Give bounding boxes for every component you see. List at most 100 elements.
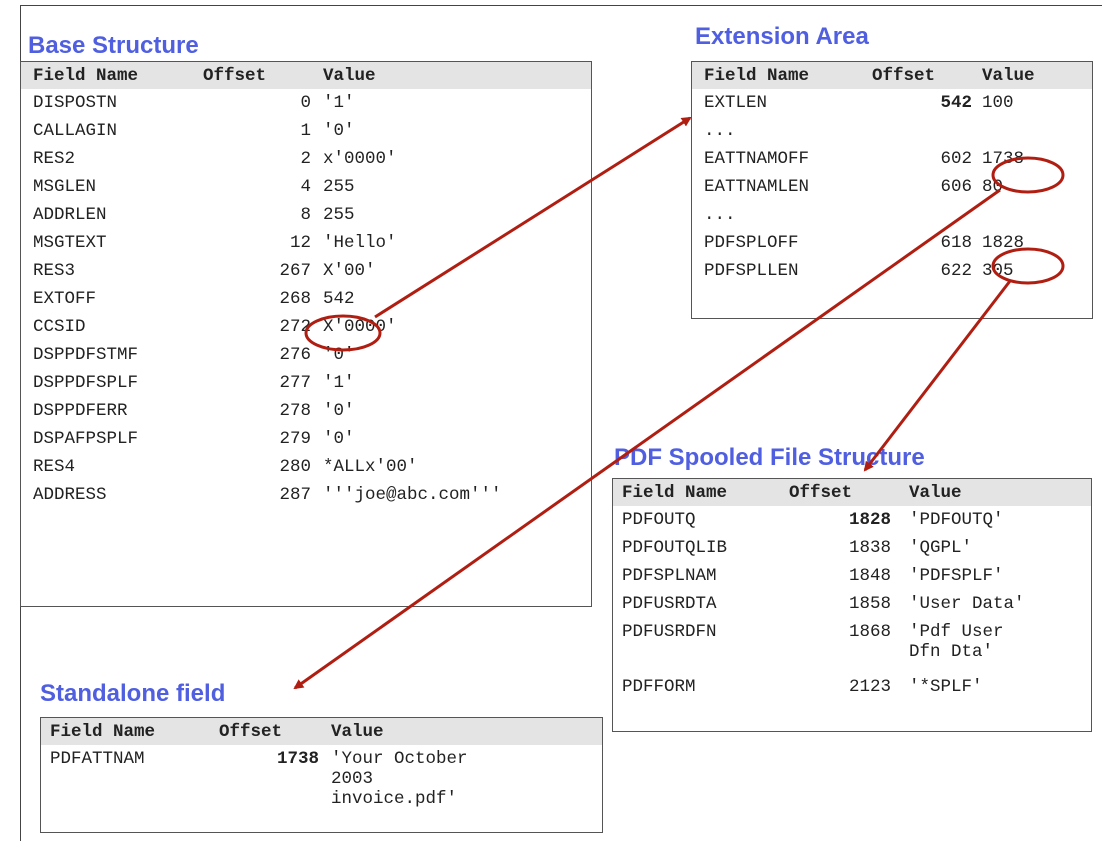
column-header-field-name: Field Name	[704, 66, 810, 86]
value-cell: 'QGPL'	[909, 538, 973, 558]
value-cell: 80	[982, 177, 1004, 197]
offset-cell: 277	[279, 373, 311, 393]
frame-top-border	[20, 5, 1102, 6]
value-cell: 255	[323, 177, 355, 197]
standalone-field-heading: Standalone field	[40, 680, 226, 707]
column-header-value: Value	[323, 66, 376, 86]
field-name-cell: PDFUSRDTA	[622, 594, 717, 614]
field-name-cell: ADDRESS	[33, 485, 107, 505]
field-name-cell: MSGTEXT	[33, 233, 107, 253]
offset-cell: 1828	[848, 510, 891, 530]
value-cell: 542	[323, 289, 355, 309]
offset-cell: 606	[940, 177, 972, 197]
field-name-cell: DISPOSTN	[33, 93, 118, 113]
offset-cell: 4	[300, 177, 311, 197]
value-cell: X'0000'	[323, 317, 397, 337]
value-cell: '0'	[323, 401, 355, 421]
value-cell: 1828	[982, 233, 1025, 253]
table-row: PDFSPLLEN 622 305	[692, 257, 1092, 285]
extension-area-heading: Extension Area	[695, 23, 869, 50]
table-row: ADDRESS 287 '''joe@abc.com'''	[21, 481, 591, 509]
field-name-cell: PDFSPLNAM	[622, 566, 717, 586]
value-cell: 305	[982, 261, 1014, 281]
field-name-cell: PDFFORM	[622, 677, 696, 697]
field-name-cell: PDFSPLLEN	[704, 261, 799, 281]
field-name-cell: PDFSPLOFF	[704, 233, 799, 253]
table-row: PDFSPLNAM 1848 'PDFSPLF'	[613, 562, 1091, 590]
value-cell: *ALLx'00'	[323, 457, 418, 477]
base-structure-heading: Base Structure	[28, 32, 199, 59]
value-cell: X'00'	[323, 261, 376, 281]
table-row: PDFFORM 2123 '*SPLF'	[613, 673, 1091, 701]
column-header-value: Value	[982, 66, 1035, 86]
table-row: DSPPDFSPLF 277 '1'	[21, 369, 591, 397]
value-cell: '*SPLF'	[909, 677, 983, 697]
field-name-cell: RES4	[33, 457, 76, 477]
table-row: RES3 267 X'00'	[21, 257, 591, 285]
table-row: EXTOFF 268 542	[21, 285, 591, 313]
table-row: MSGTEXT 12 'Hello'	[21, 229, 591, 257]
offset-cell: 602	[940, 149, 972, 169]
table-header-row: Field Name Offset Value	[613, 479, 1091, 506]
column-header-field-name: Field Name	[622, 483, 728, 503]
field-name-cell: ...	[704, 121, 736, 141]
field-name-cell: DSPPDFSTMF	[33, 345, 139, 365]
table-row: PDFOUTQ 1828 'PDFOUTQ'	[613, 506, 1091, 534]
table-header-row: Field Name Offset Value	[41, 718, 602, 745]
column-header-value: Value	[331, 722, 384, 742]
field-name-cell: MSGLEN	[33, 177, 97, 197]
table-row: DSPPDFERR 278 '0'	[21, 397, 591, 425]
table-row: MSGLEN 4 255	[21, 173, 591, 201]
table-header-row: Field Name Offset Value	[692, 62, 1092, 89]
offset-cell: 622	[940, 261, 972, 281]
value-cell: x'0000'	[323, 149, 397, 169]
offset-cell: 276	[279, 345, 311, 365]
offset-cell: 8	[300, 205, 311, 225]
column-header-offset: Offset	[203, 66, 267, 86]
table-header-row: Field Name Offset Value	[21, 62, 591, 89]
field-name-cell: EATTNAMLEN	[704, 177, 810, 197]
standalone-field-table: Field Name Offset Value PDFATTNAM 1738 'Your …	[40, 717, 603, 833]
field-name-cell: PDFUSRDFN	[622, 622, 717, 642]
field-name-cell: PDFOUTQLIB	[622, 538, 728, 558]
offset-cell: 287	[279, 485, 311, 505]
field-name-cell: CALLAGIN	[33, 121, 118, 141]
offset-cell: 1858	[848, 594, 891, 614]
value-cell: 'PDFSPLF'	[909, 566, 1004, 586]
column-header-offset: Offset	[219, 722, 283, 742]
offset-cell: 278	[279, 401, 311, 421]
column-header-field-name: Field Name	[50, 722, 156, 742]
value-cell: '1'	[323, 373, 355, 393]
field-name-cell: DSPAFPSPLF	[33, 429, 139, 449]
value-cell: '0'	[323, 121, 355, 141]
field-name-cell: ...	[704, 205, 736, 225]
value-cell: 255	[323, 205, 355, 225]
field-name-cell: DSPPDFSPLF	[33, 373, 139, 393]
offset-cell: 2	[300, 149, 311, 169]
offset-cell: 618	[940, 233, 972, 253]
offset-cell: 280	[279, 457, 311, 477]
table-row: DISPOSTN 0 '1'	[21, 89, 591, 117]
offset-cell: 1848	[848, 566, 891, 586]
offset-cell: 1868	[848, 622, 891, 642]
table-row: ...	[692, 201, 1092, 229]
offset-cell: 279	[279, 429, 311, 449]
pdf-spooled-table: Field Name Offset Value PDFOUTQ 1828 'PDFOUTQ…	[612, 478, 1092, 732]
value-cell: 100	[982, 93, 1014, 113]
field-name-cell: DSPPDFERR	[33, 401, 128, 421]
table-row: CCSID 272 X'0000'	[21, 313, 591, 341]
table-row: EXTLEN 542 100	[692, 89, 1092, 117]
table-row: PDFUSRDTA 1858 'User Data'	[613, 590, 1091, 618]
field-name-cell: EATTNAMOFF	[704, 149, 810, 169]
column-header-field-name: Field Name	[33, 66, 139, 86]
value-cell: '0'	[323, 345, 355, 365]
table-row: PDFSPLOFF 618 1828	[692, 229, 1092, 257]
field-name-cell: RES2	[33, 149, 76, 169]
value-cell: 'User Data'	[909, 594, 1025, 614]
table-row: DSPAFPSPLF 279 '0'	[21, 425, 591, 453]
table-row: PDFUSRDFN 1868 'Pdf User Dfn Dta'	[613, 618, 1091, 673]
field-name-cell: EXTOFF	[33, 289, 97, 309]
value-cell: '0'	[323, 429, 355, 449]
column-header-offset: Offset	[872, 66, 936, 86]
offset-cell: 268	[279, 289, 311, 309]
